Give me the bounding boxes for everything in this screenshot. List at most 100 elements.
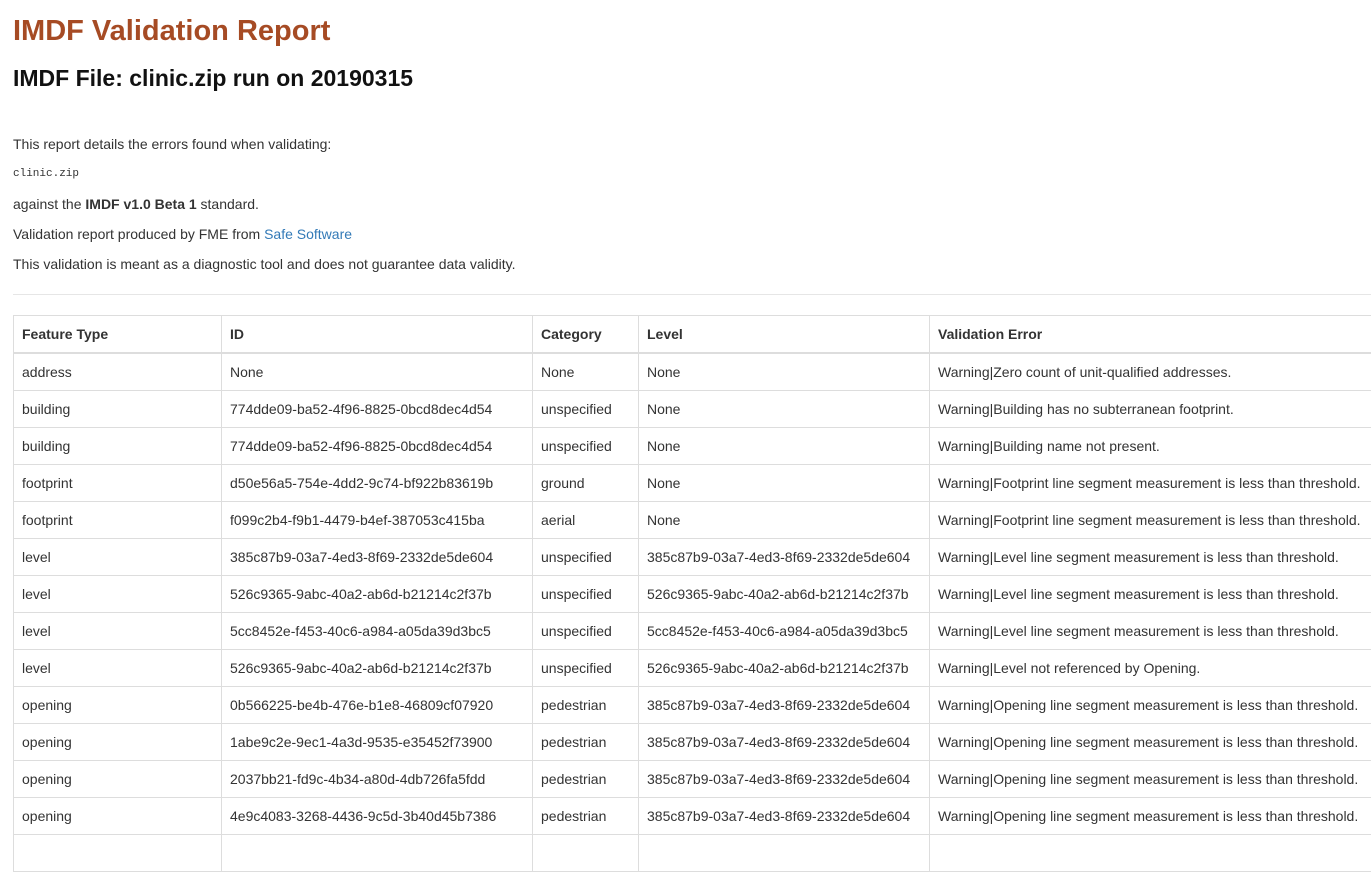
table-row: opening1abe9c2e-9ec1-4a3d-9535-e35452f73… xyxy=(14,724,1371,761)
table-row: opening0b566225-be4b-476e-b1e8-46809cf07… xyxy=(14,687,1371,724)
cell-feature-type: opening xyxy=(14,798,222,835)
cell-category: unspecified xyxy=(533,428,639,465)
cell-validation-error: Warning|Building name not present. xyxy=(930,428,1371,465)
cell-validation-error: Warning|Opening line segment measurement… xyxy=(930,798,1371,835)
cell-id: 5cc8452e-f453-40c6-a984-a05da39d3bc5 xyxy=(222,613,533,650)
cell-id: 4e9c4083-3268-4436-9c5d-3b40d45b7386 xyxy=(222,798,533,835)
cell-category: unspecified xyxy=(533,539,639,576)
cell-category: unspecified xyxy=(533,576,639,613)
cell-feature-type: opening xyxy=(14,687,222,724)
filename-code: clinic.zip xyxy=(13,164,1371,184)
cell-category xyxy=(533,835,639,872)
cell-validation-error xyxy=(930,835,1371,872)
cell-validation-error: Warning|Opening line segment measurement… xyxy=(930,724,1371,761)
cell-category: unspecified xyxy=(533,613,639,650)
cell-level: None xyxy=(639,353,930,391)
cell-level: 385c87b9-03a7-4ed3-8f69-2332de5de604 xyxy=(639,798,930,835)
table-row: footprintf099c2b4-f9b1-4479-b4ef-387053c… xyxy=(14,502,1371,539)
disclaimer-text: This validation is meant as a diagnostic… xyxy=(13,254,1371,274)
page-subtitle: IMDF File: clinic.zip run on 20190315 xyxy=(13,50,1371,94)
cell-level: 526c9365-9abc-40a2-ab6d-b21214c2f37b xyxy=(639,650,930,687)
cell-category: pedestrian xyxy=(533,687,639,724)
table-row: footprintd50e56a5-754e-4dd2-9c74-bf922b8… xyxy=(14,465,1371,502)
table-row: level385c87b9-03a7-4ed3-8f69-2332de5de60… xyxy=(14,539,1371,576)
cell-category: aerial xyxy=(533,502,639,539)
report-page: IMDF Validation Report IMDF File: clinic… xyxy=(0,0,1371,872)
cell-category: pedestrian xyxy=(533,724,639,761)
cell-level: 385c87b9-03a7-4ed3-8f69-2332de5de604 xyxy=(639,687,930,724)
cell-feature-type: level xyxy=(14,539,222,576)
cell-id: 1abe9c2e-9ec1-4a3d-9535-e35452f73900 xyxy=(222,724,533,761)
cell-feature-type: footprint xyxy=(14,502,222,539)
cell-level: 5cc8452e-f453-40c6-a984-a05da39d3bc5 xyxy=(639,613,930,650)
header-level: Level xyxy=(639,316,930,354)
cell-id: d50e56a5-754e-4dd2-9c74-bf922b83619b xyxy=(222,465,533,502)
table-row: building774dde09-ba52-4f96-8825-0bcd8dec… xyxy=(14,391,1371,428)
validation-table: Feature Type ID Category Level Validatio… xyxy=(13,315,1371,872)
table-row: opening2037bb21-fd9c-4b34-a80d-4db726fa5… xyxy=(14,761,1371,798)
cell-id: 0b566225-be4b-476e-b1e8-46809cf07920 xyxy=(222,687,533,724)
cell-category: pedestrian xyxy=(533,761,639,798)
table-row: opening4e9c4083-3268-4436-9c5d-3b40d45b7… xyxy=(14,798,1371,835)
cell-id: 774dde09-ba52-4f96-8825-0bcd8dec4d54 xyxy=(222,391,533,428)
cell-validation-error: Warning|Level line segment measurement i… xyxy=(930,576,1371,613)
cell-validation-error: Warning|Opening line segment measurement… xyxy=(930,687,1371,724)
cell-feature-type: opening xyxy=(14,724,222,761)
cell-id: 526c9365-9abc-40a2-ab6d-b21214c2f37b xyxy=(222,650,533,687)
cell-feature-type: building xyxy=(14,391,222,428)
cell-level: None xyxy=(639,391,930,428)
cell-id: 385c87b9-03a7-4ed3-8f69-2332de5de604 xyxy=(222,539,533,576)
cell-level: 526c9365-9abc-40a2-ab6d-b21214c2f37b xyxy=(639,576,930,613)
cell-feature-type xyxy=(14,835,222,872)
cell-category: pedestrian xyxy=(533,798,639,835)
standard-text: against the IMDF v1.0 Beta 1 standard. xyxy=(13,194,1371,214)
cell-level: None xyxy=(639,465,930,502)
cell-feature-type: footprint xyxy=(14,465,222,502)
table-row: level5cc8452e-f453-40c6-a984-a05da39d3bc… xyxy=(14,613,1371,650)
table-row: level526c9365-9abc-40a2-ab6d-b21214c2f37… xyxy=(14,576,1371,613)
cell-feature-type: opening xyxy=(14,761,222,798)
cell-validation-error: Warning|Footprint line segment measureme… xyxy=(930,465,1371,502)
cell-validation-error: Warning|Level not referenced by Opening. xyxy=(930,650,1371,687)
header-id: ID xyxy=(222,316,533,354)
header-feature-type: Feature Type xyxy=(14,316,222,354)
table-row: addressNoneNoneNoneWarning|Zero count of… xyxy=(14,353,1371,391)
table-header-row: Feature Type ID Category Level Validatio… xyxy=(14,316,1371,354)
table-row: level526c9365-9abc-40a2-ab6d-b21214c2f37… xyxy=(14,650,1371,687)
divider xyxy=(13,294,1371,295)
cell-feature-type: level xyxy=(14,613,222,650)
cell-id: 774dde09-ba52-4f96-8825-0bcd8dec4d54 xyxy=(222,428,533,465)
cell-level xyxy=(639,835,930,872)
cell-category: unspecified xyxy=(533,650,639,687)
cell-feature-type: building xyxy=(14,428,222,465)
cell-validation-error: Warning|Zero count of unit-qualified add… xyxy=(930,353,1371,391)
safe-software-link[interactable]: Safe Software xyxy=(264,226,352,242)
cell-id: None xyxy=(222,353,533,391)
cell-level: None xyxy=(639,428,930,465)
cell-validation-error: Warning|Level line segment measurement i… xyxy=(930,539,1371,576)
cell-feature-type: level xyxy=(14,650,222,687)
producer-prefix: Validation report produced by FME from xyxy=(13,226,264,242)
standard-prefix: against the xyxy=(13,196,85,212)
cell-category: ground xyxy=(533,465,639,502)
cell-id xyxy=(222,835,533,872)
header-category: Category xyxy=(533,316,639,354)
cell-feature-type: address xyxy=(14,353,222,391)
standard-suffix: standard. xyxy=(197,196,259,212)
cell-feature-type: level xyxy=(14,576,222,613)
page-title: IMDF Validation Report xyxy=(13,0,1371,50)
cell-validation-error: Warning|Footprint line segment measureme… xyxy=(930,502,1371,539)
cell-category: unspecified xyxy=(533,391,639,428)
table-body: addressNoneNoneNoneWarning|Zero count of… xyxy=(14,353,1371,872)
cell-level: 385c87b9-03a7-4ed3-8f69-2332de5de604 xyxy=(639,761,930,798)
producer-text: Validation report produced by FME from S… xyxy=(13,224,1371,244)
intro-text: This report details the errors found whe… xyxy=(13,134,1371,154)
cell-id: 526c9365-9abc-40a2-ab6d-b21214c2f37b xyxy=(222,576,533,613)
table-row: building774dde09-ba52-4f96-8825-0bcd8dec… xyxy=(14,428,1371,465)
cell-validation-error: Warning|Opening line segment measurement… xyxy=(930,761,1371,798)
cell-id: f099c2b4-f9b1-4479-b4ef-387053c415ba xyxy=(222,502,533,539)
cell-level: 385c87b9-03a7-4ed3-8f69-2332de5de604 xyxy=(639,539,930,576)
cell-level: None xyxy=(639,502,930,539)
cell-validation-error: Warning|Building has no subterranean foo… xyxy=(930,391,1371,428)
cell-validation-error: Warning|Level line segment measurement i… xyxy=(930,613,1371,650)
